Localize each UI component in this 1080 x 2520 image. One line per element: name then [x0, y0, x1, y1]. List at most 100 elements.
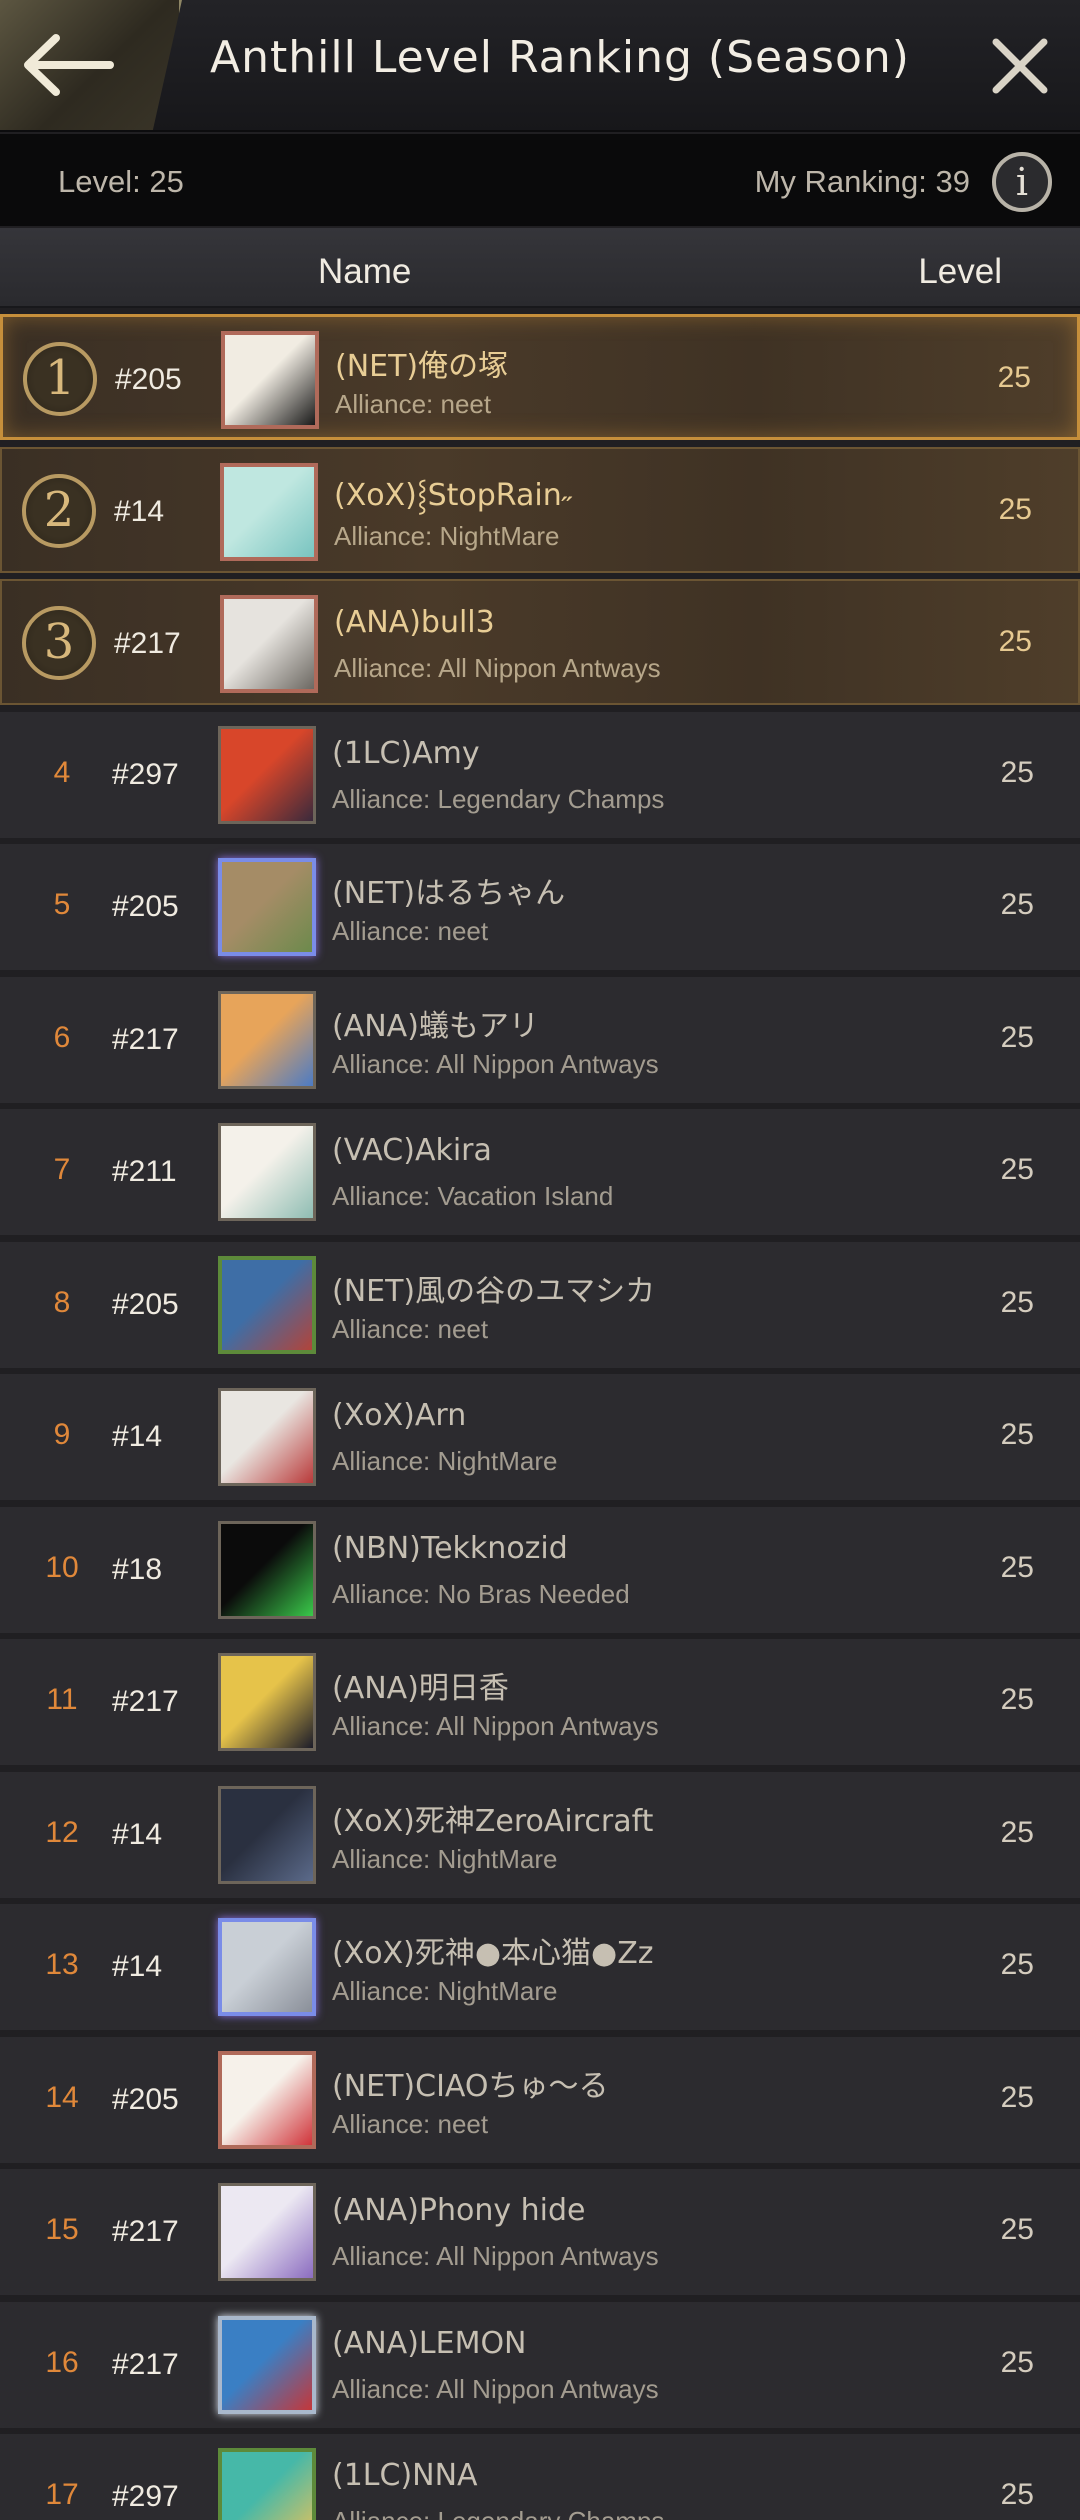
- alliance-id: #14: [114, 494, 165, 528]
- ranking-row[interactable]: 14 #205 (NET)CIAOちゅ〜る Alliance: neet 25: [0, 2036, 1080, 2163]
- alliance-id: #297: [112, 757, 179, 791]
- level-value: 25: [1000, 755, 1034, 789]
- player-name: (NET)風の谷のユマシカ: [332, 1273, 656, 1309]
- ranking-row[interactable]: 2 #14 (XoX)⸾StopRain˶ Alliance: NightMar…: [0, 446, 1080, 573]
- info-icon[interactable]: i: [992, 152, 1052, 212]
- player-avatar[interactable]: [220, 595, 318, 693]
- ranking-row[interactable]: 9 #14 (XoX)Arn Alliance: NightMare 25: [0, 1374, 1080, 1500]
- alliance-name: Alliance: No Bras Needed: [332, 1578, 630, 1609]
- stats-bar: Level: 25 My Ranking: 39 i: [0, 134, 1080, 226]
- rank-number: 16: [45, 2345, 79, 2379]
- alliance-id: #14: [112, 1420, 163, 1453]
- rank-number: 10: [45, 1550, 79, 1584]
- rank-number: 7: [53, 1153, 71, 1186]
- alliance-name: Alliance: neet: [335, 389, 492, 419]
- rank-medal-icon: 3: [22, 606, 96, 680]
- ranking-row[interactable]: 12 #14 (XoX)死神ZeroAircraft Alliance: Nig…: [0, 1771, 1080, 1898]
- level-value: 25: [1000, 1153, 1034, 1186]
- ranking-row[interactable]: 4 #297 (1LC)Amy Alliance: Legendary Cham…: [0, 711, 1080, 838]
- alliance-name: Alliance: All Nippon Antways: [332, 1711, 659, 1741]
- player-avatar[interactable]: [218, 1785, 316, 1884]
- alliance-id: #14: [112, 1950, 163, 1983]
- alliance-id: #217: [112, 2347, 179, 2381]
- player-avatar[interactable]: [218, 858, 316, 956]
- player-avatar[interactable]: [218, 2183, 316, 2281]
- player-avatar[interactable]: [218, 2448, 316, 2520]
- ranking-row[interactable]: 15 #217 (ANA)Phony hide Alliance: All Ni…: [0, 2169, 1080, 2295]
- level-value: 25: [997, 361, 1031, 394]
- player-name: (XoX)⸾StopRain˶: [334, 477, 572, 513]
- player-avatar[interactable]: [218, 725, 316, 824]
- alliance-name: Alliance: neet: [332, 1313, 489, 1344]
- rank-number: 9: [53, 1418, 71, 1451]
- rank-number: 8: [53, 1285, 71, 1319]
- player-name: (XoX)死神●本心猫●Zz: [332, 1936, 654, 1971]
- player-avatar[interactable]: [218, 1123, 316, 1221]
- ranking-row[interactable]: 7 #211 (VAC)Akira Alliance: Vacation Isl…: [0, 1109, 1080, 1235]
- rank-number: 17: [45, 2478, 79, 2511]
- ranking-row[interactable]: 11 #217 (ANA)明日香 Alliance: All Nippon An…: [0, 1639, 1080, 1765]
- rank-medal-icon: 2: [22, 473, 96, 548]
- alliance-name: Alliance: All Nippon Antways: [332, 2241, 659, 2271]
- alliance-name: Alliance: neet: [332, 916, 489, 946]
- alliance-name: Alliance: neet: [332, 2108, 489, 2139]
- alliance-name: Alliance: NightMare: [332, 1843, 558, 1874]
- player-avatar[interactable]: [218, 1653, 316, 1751]
- alliance-id: #14: [112, 1817, 163, 1851]
- page-title: Anthill Level Ranking (Season): [210, 32, 910, 83]
- ranking-row[interactable]: 6 #217 (ANA)蟻もアリ Alliance: All Nippon An…: [0, 976, 1080, 1103]
- player-avatar[interactable]: [218, 1255, 316, 1354]
- close-icon: [992, 38, 1048, 94]
- player-avatar[interactable]: [218, 990, 316, 1089]
- alliance-name: Alliance: NightMare: [332, 1976, 558, 2006]
- ranking-row[interactable]: 16 #217 (ANA)LEMON Alliance: All Nippon …: [0, 2301, 1080, 2428]
- ranking-row[interactable]: 17 #297 (1LC)NNA Alliance: Legendary Cha…: [0, 2434, 1080, 2520]
- level-value: 25: [1000, 2478, 1034, 2511]
- rank-number: 14: [45, 2080, 79, 2114]
- alliance-id: #205: [112, 1287, 179, 1321]
- level-value: 25: [1000, 1285, 1034, 1319]
- alliance-name: Alliance: Legendary Champs: [332, 2506, 664, 2520]
- player-avatar[interactable]: [218, 1918, 316, 2016]
- ranking-row[interactable]: 13 #14 (XoX)死神●本心猫●Zz Alliance: NightMar…: [0, 1904, 1080, 2030]
- alliance-name: Alliance: NightMare: [334, 520, 560, 551]
- player-avatar[interactable]: [218, 1388, 316, 1486]
- ranking-row[interactable]: 5 #205 (NET)はるちゃん Alliance: neet 25: [0, 844, 1080, 970]
- level-value: 25: [1000, 2213, 1034, 2246]
- ranking-row[interactable]: 1 #205 (NET)俺の塚 Alliance: neet 25: [0, 314, 1080, 440]
- rank-number: 4: [53, 755, 71, 789]
- level-value: 25: [1000, 1683, 1034, 1716]
- player-avatar[interactable]: [221, 331, 319, 429]
- level-value: 25: [1000, 1020, 1034, 1054]
- level-value: 25: [1000, 1948, 1034, 1981]
- player-avatar[interactable]: [220, 462, 318, 561]
- player-avatar[interactable]: [218, 2050, 316, 2149]
- player-avatar[interactable]: [218, 1520, 316, 1619]
- player-name: (VAC)Akira: [332, 1133, 492, 1168]
- column-name-header: Name: [318, 252, 412, 291]
- my-ranking-text: My Ranking: 39: [754, 164, 970, 199]
- player-name: (ANA)蟻もアリ: [332, 1008, 539, 1044]
- alliance-name: Alliance: Legendary Champs: [332, 783, 665, 814]
- ranking-row[interactable]: 8 #205 (NET)風の谷のユマシカ Alliance: neet 25: [0, 1241, 1080, 1368]
- back-button[interactable]: [0, 0, 182, 130]
- alliance-name: Alliance: All Nippon Antways: [332, 2373, 659, 2404]
- player-name: (ANA)bull3: [334, 605, 495, 640]
- ranking-row[interactable]: 3 #217 (ANA)bull3 Alliance: All Nippon A…: [0, 579, 1080, 705]
- player-avatar[interactable]: [218, 2315, 316, 2414]
- alliance-id: #211: [112, 1155, 177, 1188]
- alliance-name: Alliance: Vacation Island: [332, 1181, 614, 1211]
- level-value: 25: [998, 492, 1032, 526]
- rank-number: 12: [45, 1815, 79, 1849]
- player-name: (ANA)明日香: [332, 1671, 509, 1706]
- player-name: (NET)CIAOちゅ〜る: [332, 2068, 609, 2104]
- level-value: 25: [1000, 2345, 1034, 2379]
- level-value: 25: [1000, 1550, 1034, 1584]
- alliance-id: #297: [112, 2480, 179, 2513]
- close-button[interactable]: [988, 34, 1052, 98]
- alliance-id: #217: [112, 1685, 179, 1718]
- alliance-id: #18: [112, 1552, 163, 1586]
- alliance-id: #217: [112, 2215, 179, 2248]
- ranking-list[interactable]: 1 #205 (NET)俺の塚 Alliance: neet 25 2 #14 …: [0, 314, 1080, 2520]
- ranking-row[interactable]: 10 #18 (NBN)Tekknozid Alliance: No Bras …: [0, 1506, 1080, 1633]
